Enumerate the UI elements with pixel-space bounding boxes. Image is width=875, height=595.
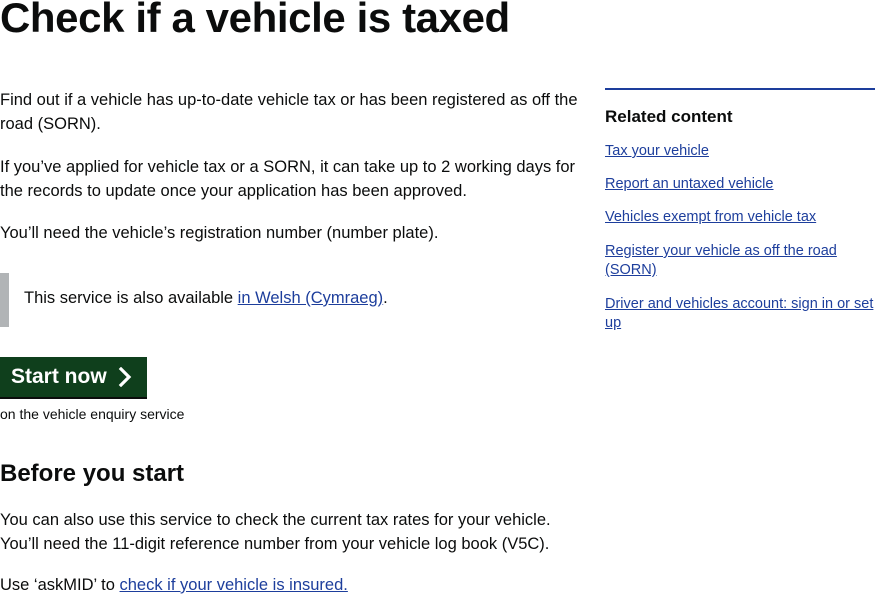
before-you-start-heading: Before you start — [0, 460, 185, 487]
registration-note: You’ll need the vehicle’s registration n… — [0, 224, 439, 242]
related-link-item: Vehicles exempt from vehicle tax — [605, 208, 875, 227]
intro-text: Find out if a vehicle has up-to-date veh… — [0, 91, 578, 133]
related-content-title: Related content — [605, 107, 733, 126]
tax-rates-note: You can also use this service to check t… — [0, 511, 551, 553]
inset-text: This service is also available in Welsh … — [24, 286, 592, 310]
related-link-exempt[interactable]: Vehicles exempt from vehicle tax — [605, 209, 816, 225]
page: Check if a vehicle is taxed Find out if … — [0, 0, 875, 595]
start-now-label: Start now — [11, 365, 107, 388]
related-link-report-untaxed[interactable]: Report an untaxed vehicle — [605, 176, 773, 192]
chevron-right-icon — [118, 367, 131, 387]
related-link-item: Register your vehicle as off the road (S… — [605, 242, 875, 280]
related-link-account[interactable]: Driver and vehicles account: sign in or … — [605, 296, 873, 331]
inset-text-after: . — [383, 289, 388, 307]
welsh-link[interactable]: in Welsh (Cymraeg) — [238, 289, 383, 307]
start-subtext: on the vehicle enquiry service — [0, 406, 185, 422]
related-link-item: Driver and vehicles account: sign in or … — [605, 295, 875, 333]
start-now-button[interactable]: Start now — [0, 357, 147, 399]
page-title: Check if a vehicle is taxed — [0, 0, 510, 41]
related-link-sorn[interactable]: Register your vehicle as off the road (S… — [605, 243, 837, 278]
sorn-note: If you’ve applied for vehicle tax or a S… — [0, 158, 576, 200]
related-link-item: Tax your vehicle — [605, 142, 875, 161]
related-link-item: Report an untaxed vehicle — [605, 175, 875, 194]
askmid-text: Use ‘askMID’ to check if your vehicle is… — [0, 573, 592, 595]
insurance-check-link[interactable]: check if your vehicle is insured. — [120, 576, 348, 594]
inset-text-before: This service is also available — [24, 289, 238, 307]
welsh-inset: This service is also available in Welsh … — [0, 273, 592, 327]
related-content: Related content Tax your vehicle Report … — [605, 88, 875, 331]
related-link-tax-vehicle[interactable]: Tax your vehicle — [605, 143, 709, 159]
askmid-text-before: Use ‘askMID’ to — [0, 576, 120, 594]
